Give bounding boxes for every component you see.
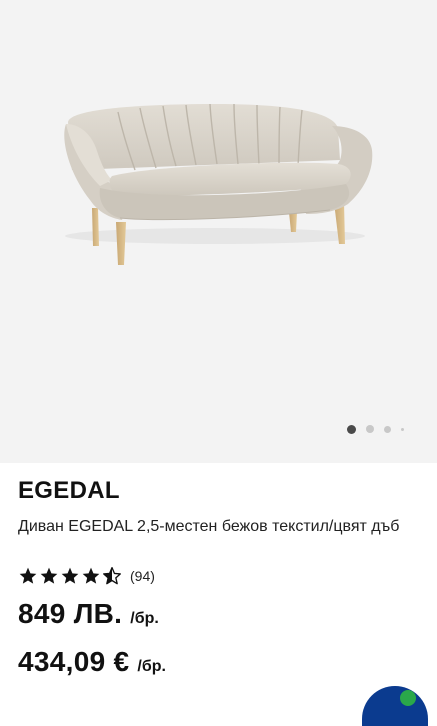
sofa-image [64, 103, 373, 265]
carousel-dot-4[interactable] [401, 427, 404, 431]
star-full-icon [82, 567, 100, 584]
carousel-dot-1[interactable] [347, 424, 356, 434]
price-bgn-unit: /бр. [130, 610, 159, 627]
price-bgn-value: 849 ЛВ. [18, 598, 123, 629]
product-brand: EGEDAL [18, 477, 120, 504]
carousel-dot-2[interactable] [366, 425, 374, 433]
star-half-icon [103, 567, 122, 585]
rating-stars [18, 566, 122, 586]
product-description[interactable]: Диван EGEDAL 2,5-местен бежов текстил/цв… [18, 516, 423, 537]
price-eur-value: 434,09 € [18, 646, 130, 677]
price-eur-unit: /бр. [137, 658, 166, 675]
carousel-pagination [0, 423, 437, 435]
badge-indicator-icon [400, 690, 416, 706]
price-bgn: 849 ЛВ. /бр. [18, 598, 159, 630]
star-full-icon [40, 567, 58, 584]
rating-row[interactable]: (94) [18, 566, 155, 586]
product-image-gallery[interactable] [0, 0, 437, 463]
carousel-dot-3[interactable] [384, 425, 391, 433]
floating-action-badge[interactable] [362, 686, 428, 726]
star-full-icon [61, 567, 79, 584]
star-full-icon [19, 567, 37, 584]
price-eur: 434,09 € /бр. [18, 646, 166, 678]
review-count: (94) [130, 568, 155, 584]
